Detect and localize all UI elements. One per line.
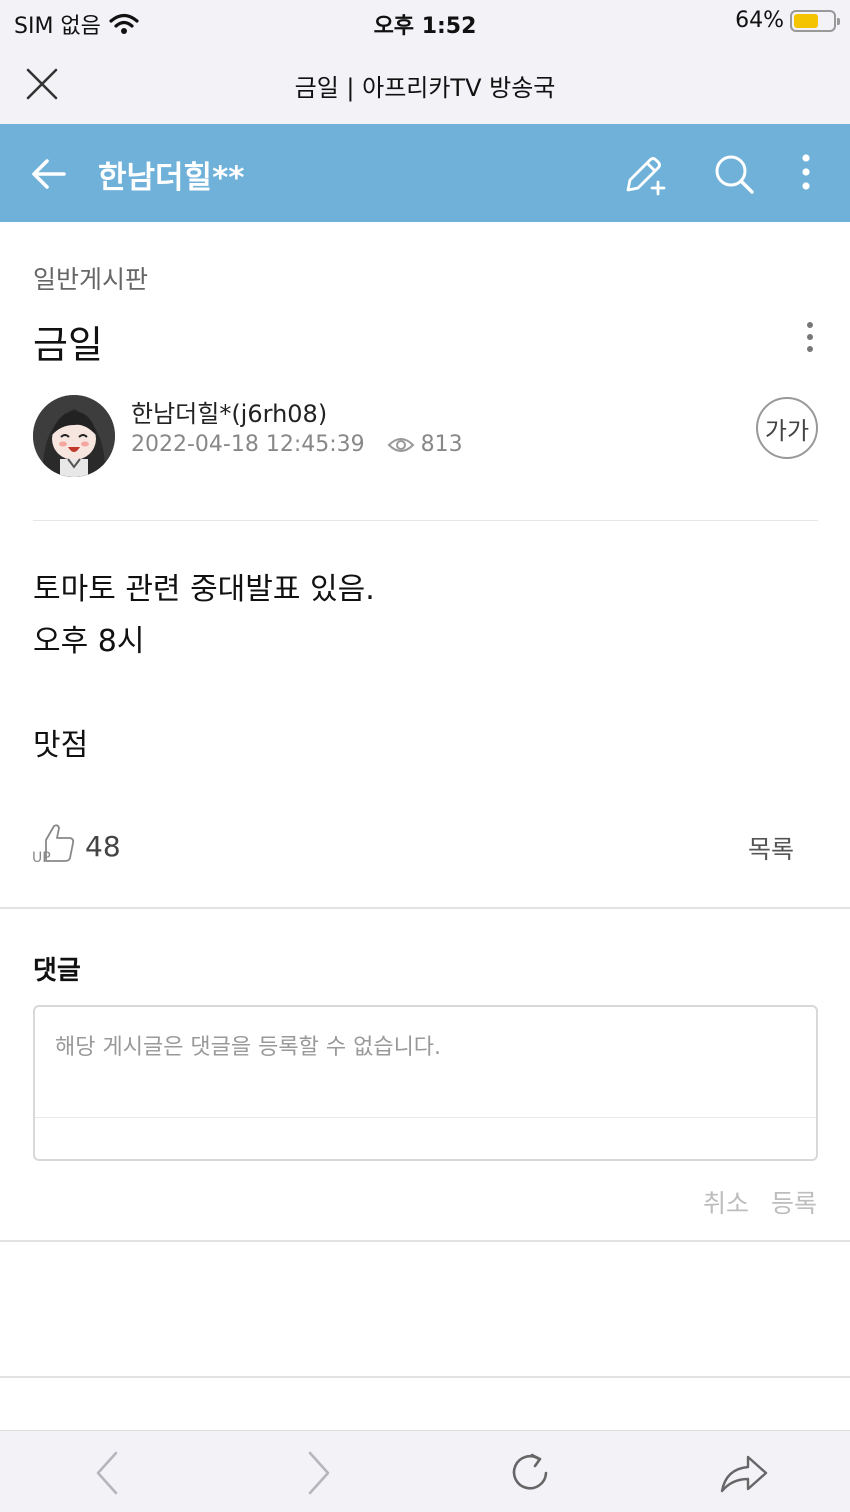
battery-fill — [794, 13, 819, 28]
view-count: 813 — [420, 432, 463, 457]
post-header-divider — [33, 520, 818, 521]
back-chevron-icon[interactable] — [82, 1449, 132, 1497]
comments-label: 댓글 — [33, 956, 81, 986]
post-body-line: 토마토 관련 중대발표 있음. — [33, 572, 375, 607]
status-bar: SIM 없음 오후 1:52 64% — [0, 0, 850, 44]
list-button[interactable]: 목록 — [748, 830, 794, 866]
back-arrow-icon[interactable] — [30, 156, 68, 192]
submit-button[interactable]: 등록 — [771, 1184, 817, 1220]
author-name[interactable]: 한남더힐*(j6rh08) — [131, 394, 327, 429]
share-icon[interactable] — [718, 1449, 768, 1497]
up-count: 48 — [85, 830, 121, 863]
comment-input-divider — [35, 1117, 816, 1118]
post-date: 2022-04-18 12:45:39 — [131, 432, 365, 457]
app-header: 한남더힐** — [0, 124, 850, 222]
board-name[interactable]: 일반게시판 — [33, 260, 148, 296]
reload-icon[interactable] — [506, 1449, 556, 1497]
browser-toolbar — [0, 1430, 850, 1512]
author-avatar[interactable] — [33, 395, 115, 477]
font-size-button[interactable]: 가가 — [756, 397, 818, 459]
cancel-button[interactable]: 취소 — [703, 1184, 749, 1220]
comment-actions: 취소 등록 — [703, 1184, 817, 1220]
status-time: 오후 1:52 — [373, 14, 477, 39]
eye-icon — [387, 437, 415, 452]
post-title: 금일 — [33, 323, 103, 367]
write-post-icon[interactable] — [622, 152, 666, 196]
section-divider — [0, 1240, 850, 1242]
svg-text:UP: UP — [32, 850, 51, 864]
section-divider — [0, 907, 850, 909]
comment-placeholder: 해당 게시글은 댓글을 등록할 수 없습니다. — [55, 1035, 442, 1060]
battery-percent: 64% — [735, 8, 784, 33]
thumbs-up-icon[interactable]: UP — [32, 822, 76, 864]
browser-title-bar: 금일 | 아프리카TV 방송국 — [0, 44, 850, 124]
more-vertical-icon[interactable] — [784, 152, 828, 196]
post-meta: 2022-04-18 12:45:39 813 — [131, 432, 463, 457]
post-body-line: 맛점 — [33, 728, 89, 763]
post-body-line: 오후 8시 — [33, 624, 145, 659]
post-more-icon[interactable] — [800, 320, 820, 356]
comment-input[interactable]: 해당 게시글은 댓글을 등록할 수 없습니다. — [33, 1005, 818, 1161]
section-divider — [0, 1376, 850, 1378]
search-icon[interactable] — [712, 152, 756, 196]
forward-chevron-icon[interactable] — [294, 1449, 344, 1497]
battery-icon — [790, 9, 840, 32]
station-name[interactable]: 한남더힐** — [98, 152, 245, 197]
screen: SIM 없음 오후 1:52 64% 금일 | 아프리카TV 방송국 한남더힐*… — [0, 0, 850, 1512]
browser-page-title: 금일 | 아프리카TV 방송국 — [294, 74, 556, 102]
avatar-illustration — [33, 395, 115, 477]
status-right: 64% — [735, 8, 840, 33]
